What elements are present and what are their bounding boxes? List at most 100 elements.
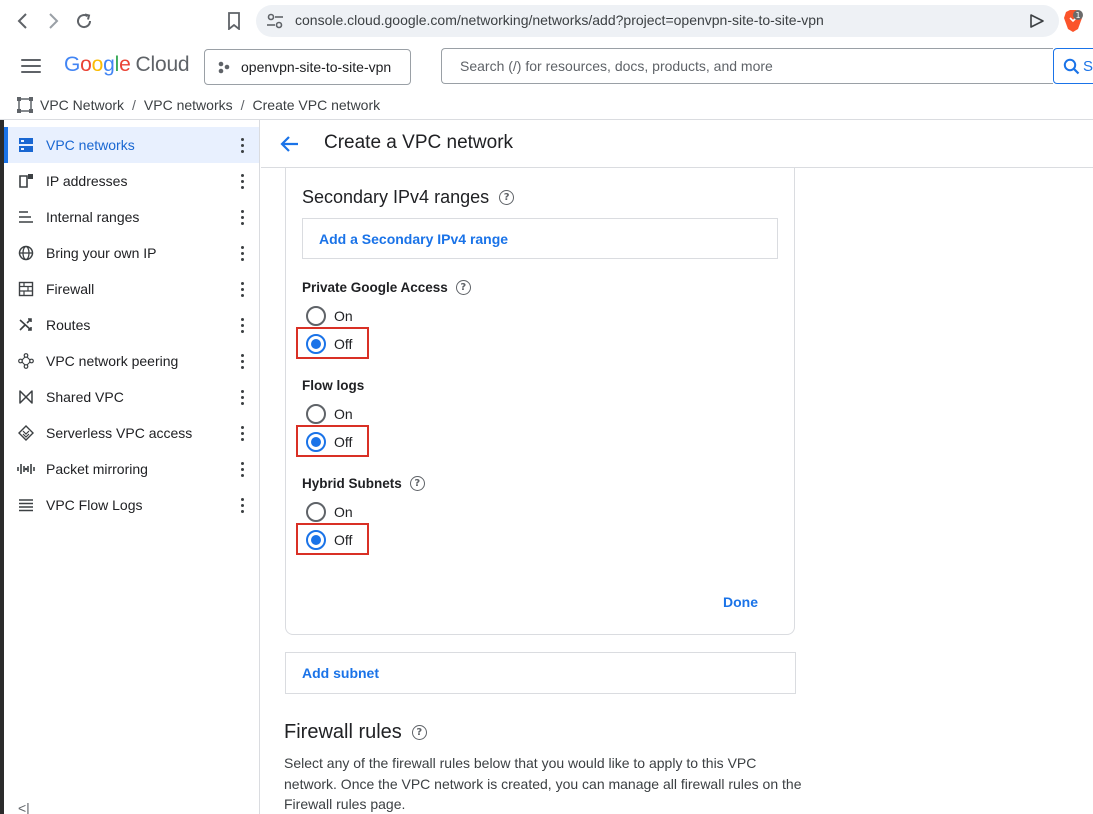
console-header: Google Cloud openvpn-site-to-site-vpn Sea… — [0, 42, 1093, 90]
address-bar[interactable]: console.cloud.google.com/networking/netw… — [256, 5, 1059, 37]
more-options-icon[interactable] — [236, 207, 248, 227]
help-icon[interactable]: ? — [411, 725, 427, 740]
sidebar-item-label: VPC Flow Logs — [46, 497, 143, 513]
flow-logs-label: Flow logs — [302, 378, 365, 393]
flow-logs-off-radio[interactable]: Off — [306, 431, 352, 453]
collapse-sidebar-button[interactable]: <| — [18, 800, 30, 814]
shared-vpc-icon — [17, 388, 35, 406]
done-button[interactable]: Done — [723, 594, 758, 610]
project-name: openvpn-site-to-site-vpn — [241, 59, 392, 75]
menu-icon[interactable] — [18, 54, 44, 78]
serverless-icon — [17, 424, 35, 442]
help-icon[interactable]: ? — [409, 476, 425, 491]
private-google-access-off-radio[interactable]: Off — [306, 333, 352, 355]
vpc-network-icon — [17, 96, 33, 113]
browser-toolbar: console.cloud.google.com/networking/netw… — [0, 0, 1093, 42]
ip-addresses-icon — [17, 172, 35, 190]
sidebar-item-label: Firewall — [46, 281, 95, 297]
private-google-access-on-radio[interactable]: On — [306, 305, 353, 327]
add-subnet-button[interactable]: Add subnet — [285, 652, 796, 694]
more-options-icon[interactable] — [236, 387, 248, 407]
flow-logs-on-radio[interactable]: On — [306, 403, 353, 425]
sidebar-item-firewall[interactable]: Firewall — [4, 271, 259, 307]
sidebar-item-label: Serverless VPC access — [46, 425, 193, 441]
more-options-icon[interactable] — [236, 423, 248, 443]
sidebar-item-ip-addresses[interactable]: IP addresses — [4, 163, 259, 199]
breadcrumb-separator: / — [132, 96, 136, 113]
sidebar-item-label: Bring your own IP — [46, 245, 157, 261]
help-icon[interactable]: ? — [499, 190, 515, 205]
page-header: Create a VPC network — [261, 120, 1093, 168]
send-icon[interactable] — [1029, 13, 1045, 29]
search-button-label: S — [1083, 57, 1093, 75]
extension-badge: 1 — [1075, 11, 1080, 20]
radio-button[interactable] — [306, 404, 326, 424]
sidebar-nav: VPC networks IP addresses Internal range… — [4, 120, 260, 814]
more-options-icon[interactable] — [236, 279, 248, 299]
help-icon[interactable]: ? — [455, 280, 471, 295]
search-button[interactable]: S — [1053, 48, 1093, 84]
routes-icon — [17, 316, 35, 334]
search-input[interactable]: Search (/) for resources, docs, products… — [441, 48, 1053, 84]
search-icon — [1063, 58, 1080, 74]
sidebar-item-vpc-flow-logs[interactable]: VPC Flow Logs — [4, 487, 259, 523]
sidebar-item-serverless-vpc-access[interactable]: Serverless VPC access — [4, 415, 259, 451]
sidebar-item-label: VPC networks — [46, 137, 135, 153]
breadcrumb-separator: / — [240, 96, 245, 113]
packet-mirroring-icon — [17, 460, 35, 478]
firewall-rules-title: Firewall rules ? — [284, 721, 427, 744]
site-settings-icon[interactable] — [266, 13, 284, 29]
page-title: Create a VPC network — [324, 132, 514, 153]
hybrid-subnets-label: Hybrid Subnets ? — [302, 476, 425, 491]
breadcrumb: VPC Network / VPC networks / Create VPC … — [0, 90, 1093, 120]
breadcrumb-vpc-network[interactable]: VPC Network — [40, 97, 124, 113]
sidebar-item-vpc-network-peering[interactable]: VPC network peering — [4, 343, 259, 379]
more-options-icon[interactable] — [236, 315, 248, 335]
radio-button-selected[interactable] — [306, 432, 326, 452]
internal-ranges-icon — [17, 208, 35, 226]
sidebar-item-internal-ranges[interactable]: Internal ranges — [4, 199, 259, 235]
project-picker[interactable]: openvpn-site-to-site-vpn — [204, 49, 411, 85]
reload-icon[interactable] — [71, 8, 97, 34]
project-icon — [218, 61, 230, 74]
more-options-icon[interactable] — [236, 495, 248, 515]
radio-button[interactable] — [306, 502, 326, 522]
search-placeholder: Search (/) for resources, docs, products… — [460, 58, 773, 74]
sidebar-item-routes[interactable]: Routes — [4, 307, 259, 343]
radio-button[interactable] — [306, 306, 326, 326]
brave-shield-icon[interactable]: 1 — [1062, 9, 1084, 33]
sidebar-item-label: Shared VPC — [46, 389, 124, 405]
sidebar-item-label: Internal ranges — [46, 209, 140, 225]
forward-nav-icon[interactable] — [40, 8, 66, 34]
flow-logs-icon — [17, 496, 35, 514]
secondary-ranges-title: Secondary IPv4 ranges ? — [302, 187, 515, 208]
more-options-icon[interactable] — [236, 459, 248, 479]
hybrid-subnets-on-radio[interactable]: On — [306, 501, 353, 523]
private-google-access-label: Private Google Access ? — [302, 280, 471, 295]
globe-icon — [17, 244, 35, 262]
breadcrumb-vpc-networks[interactable]: VPC networks — [144, 97, 233, 113]
sidebar-item-label: Packet mirroring — [46, 461, 148, 477]
google-cloud-logo[interactable]: Google Cloud — [64, 53, 190, 77]
radio-button-selected[interactable] — [306, 530, 326, 550]
back-nav-icon[interactable] — [10, 8, 36, 34]
sidebar-item-packet-mirroring[interactable]: Packet mirroring — [4, 451, 259, 487]
more-options-icon[interactable] — [236, 243, 248, 263]
firewall-icon — [17, 280, 35, 298]
peering-icon — [17, 352, 35, 370]
more-options-icon[interactable] — [236, 351, 248, 371]
radio-button-selected[interactable] — [306, 334, 326, 354]
more-options-icon[interactable] — [236, 135, 248, 155]
hybrid-subnets-off-radio[interactable]: Off — [306, 529, 352, 551]
sidebar-item-shared-vpc[interactable]: Shared VPC — [4, 379, 259, 415]
sidebar-item-bring-your-own-ip[interactable]: Bring your own IP — [4, 235, 259, 271]
add-secondary-range-button[interactable]: Add a Secondary IPv4 range — [302, 218, 778, 259]
bookmark-icon[interactable] — [222, 9, 246, 33]
breadcrumb-create-vpc-network: Create VPC network — [252, 96, 381, 113]
sidebar-item-label: Routes — [46, 317, 91, 333]
sidebar-item-vpc-networks[interactable]: VPC networks — [4, 127, 259, 163]
sidebar-item-label: VPC network peering — [46, 353, 179, 369]
firewall-rules-description: Select any of the firewall rules below t… — [284, 755, 802, 812]
back-arrow-icon[interactable] — [279, 133, 301, 155]
more-options-icon[interactable] — [236, 171, 248, 191]
